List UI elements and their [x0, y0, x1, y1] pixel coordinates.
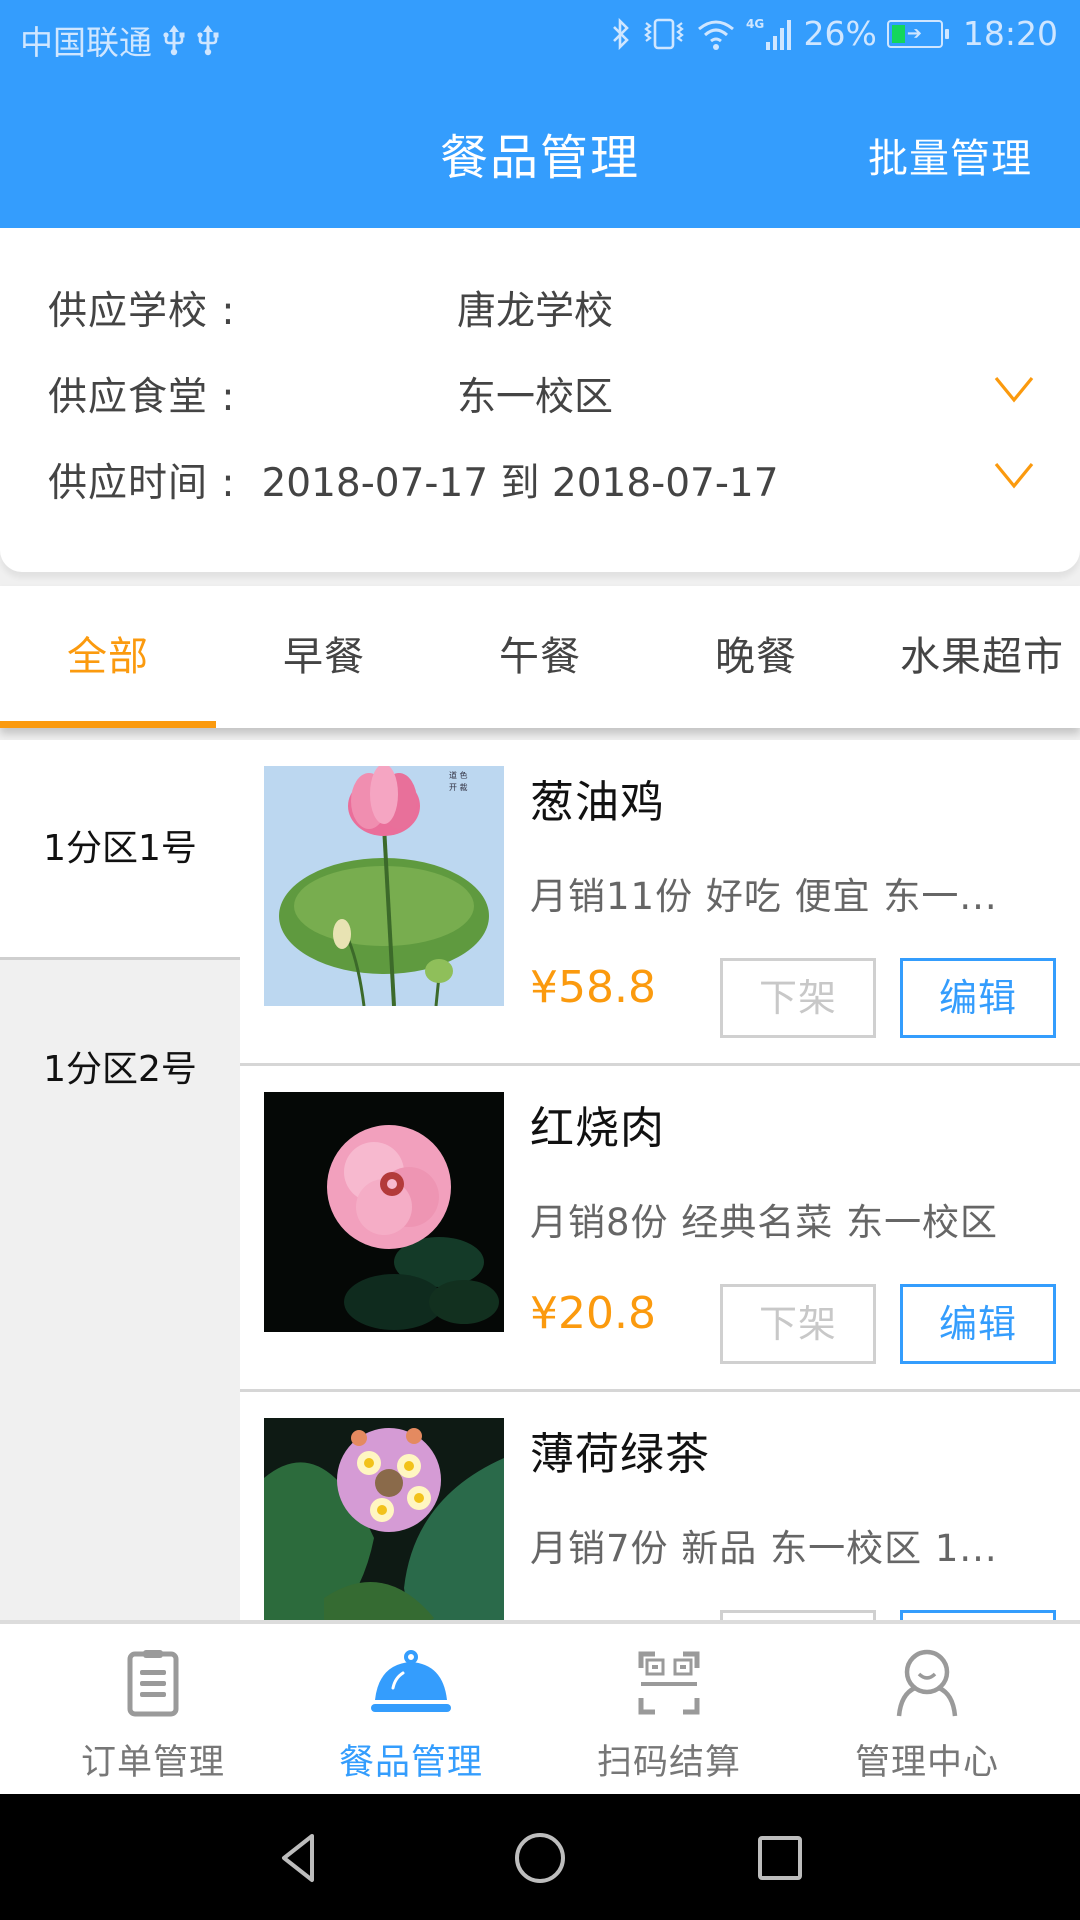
nav-item-admin-center[interactable]: 管理中心 — [792, 1624, 1062, 1794]
take-off-shelf-button[interactable]: 下架 — [720, 1284, 876, 1364]
qr-scan-icon — [638, 1651, 700, 1715]
system-nav-bar — [0, 1794, 1080, 1920]
clock: 18:20 — [962, 14, 1058, 53]
wifi-icon — [696, 17, 736, 51]
product-price: ¥58.8 — [530, 962, 656, 1013]
filter-panel: 供应学校 : 唐龙学校 供应食堂 : 东一校区 供应时间 : 2018-07-1… — [0, 228, 1080, 572]
product-name: 薄荷绿茶 — [530, 1429, 710, 1480]
product-price: ¥20.8 — [530, 1288, 656, 1339]
product-item[interactable]: 红烧肉 月销8份 经典名菜 东一校区 ¥20.8 下架 编辑 — [240, 1066, 1080, 1392]
product-name: 红烧肉 — [530, 1103, 665, 1154]
nav-item-dishes[interactable]: 餐品管理 — [276, 1624, 546, 1794]
sidebar-item-zone-1-1[interactable]: 1分区1号 — [0, 740, 240, 960]
vibrate-icon — [642, 17, 686, 51]
supply-canteen-row[interactable]: 供应食堂 : 东一校区 — [0, 354, 1080, 434]
bottom-nav: 订单管理 餐品管理 扫码结算 管理中心 — [0, 1620, 1080, 1794]
product-image-lantana — [264, 1418, 504, 1620]
product-meta: 月销8份 经典名菜 东一校区 — [530, 1201, 999, 1244]
chevron-down-icon[interactable] — [994, 460, 1034, 490]
product-image-rose — [264, 1092, 504, 1332]
svg-text:开 裁: 开 裁 — [449, 782, 468, 792]
nav-item-orders[interactable]: 订单管理 — [18, 1624, 288, 1794]
tab-all[interactable]: 全部 — [0, 586, 216, 728]
signal-4g-icon: 4G — [746, 16, 794, 52]
product-list: 道 色 开 裁 葱油鸡 月销11份 好吃 便宜 东一... ¥58.8 下架 编… — [240, 740, 1080, 1620]
meal-tabs: 全部 早餐 午餐 晚餐 水果超市 — [0, 586, 1080, 728]
nav-label-scan-checkout: 扫码结算 — [596, 1743, 741, 1783]
product-image-lotus: 道 色 开 裁 — [264, 766, 504, 1006]
supply-school-row: 供应学校 : 唐龙学校 — [0, 268, 1080, 348]
product-meta: 月销11份 好吃 便宜 东一... — [530, 875, 998, 918]
tab-breakfast[interactable]: 早餐 — [216, 586, 432, 728]
supply-time-range[interactable]: 2018-07-17 到 2018-07-17 — [0, 452, 1080, 508]
sidebar-item-zone-1-2[interactable]: 1分区2号 — [0, 960, 240, 1180]
content-area: 1分区1号 1分区2号 道 色 开 裁 葱油鸡 月销11份 好吃 便宜 东一..… — [0, 740, 1080, 1620]
battery-level-fill — [891, 24, 905, 43]
back-icon[interactable] — [268, 1828, 328, 1888]
nav-label-dishes: 餐品管理 — [338, 1743, 483, 1783]
charging-bolt-icon: ➔ — [906, 22, 922, 44]
status-bar: 中国联通 4G 26% ➔ 18:20 — [0, 0, 1080, 76]
product-meta: 月销7份 新品 东一校区 1... — [530, 1527, 998, 1570]
nav-label-orders: 订单管理 — [80, 1743, 225, 1783]
network-label: 4G — [746, 17, 764, 31]
supply-time-row[interactable]: 供应时间 : 2018-07-17 到 2018-07-17 — [0, 440, 1080, 520]
supply-canteen-select[interactable]: 东一校区 — [0, 366, 1080, 422]
battery-percent: 26% — [803, 14, 877, 53]
zone-sidebar: 1分区1号 1分区2号 — [0, 740, 240, 1620]
product-name: 葱油鸡 — [530, 777, 665, 828]
edit-button[interactable]: 编辑 — [900, 958, 1056, 1038]
usb-icon — [162, 23, 186, 57]
app-header: 中国联通 4G 26% ➔ 18:20 餐品管理 批量管理 — [0, 0, 1080, 228]
supply-school-value: 唐龙学校 — [456, 289, 613, 334]
active-tab-indicator — [0, 721, 216, 728]
svg-text:道 色: 道 色 — [449, 770, 468, 780]
usb-icon — [196, 23, 220, 57]
food-cloche-icon — [371, 1650, 451, 1712]
edit-button[interactable]: 编辑 — [900, 1610, 1056, 1620]
carrier-label: 中国联通 — [20, 23, 152, 62]
clipboard-icon — [127, 1650, 179, 1717]
take-off-shelf-button[interactable]: 下架 — [720, 1610, 876, 1620]
tab-lunch[interactable]: 午餐 — [432, 586, 648, 728]
batch-manage-button[interactable]: 批量管理 — [868, 126, 1032, 184]
take-off-shelf-button[interactable]: 下架 — [720, 958, 876, 1038]
tab-dinner[interactable]: 晚餐 — [648, 586, 864, 728]
tab-fruit-market[interactable]: 水果超市 — [864, 586, 1080, 728]
battery-icon: ➔ — [886, 19, 949, 48]
nav-item-scan-checkout[interactable]: 扫码结算 — [534, 1624, 804, 1794]
screen: 中国联通 4G 26% ➔ 18:20 餐品管理 批量管理 供应学校: 唐龙学… — [0, 0, 1080, 1920]
nav-label-admin-center: 管理中心 — [854, 1743, 999, 1783]
chevron-down-icon[interactable] — [994, 374, 1034, 404]
home-icon[interactable] — [510, 1828, 570, 1888]
bluetooth-icon — [610, 17, 632, 51]
edit-button[interactable]: 编辑 — [900, 1284, 1056, 1364]
user-icon — [896, 1649, 958, 1717]
product-item[interactable]: 薄荷绿茶 月销7份 新品 东一校区 1... 下架 编辑 — [240, 1392, 1080, 1620]
product-item[interactable]: 道 色 开 裁 葱油鸡 月销11份 好吃 便宜 东一... ¥58.8 下架 编… — [240, 740, 1080, 1066]
recents-icon[interactable] — [750, 1828, 810, 1888]
